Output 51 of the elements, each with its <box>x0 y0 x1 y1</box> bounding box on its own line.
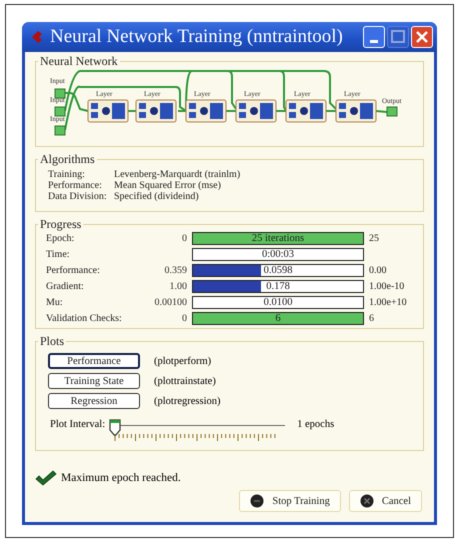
progress-label: Validation Checks: <box>46 313 123 324</box>
algorithm-value: Mean Squared Error (mse) <box>114 180 222 191</box>
status-message: Maximum epoch reached. <box>61 472 181 484</box>
max-value: 6 <box>369 313 374 324</box>
plot-button[interactable]: Regression <box>48 393 140 409</box>
progress-value: 0.0598 <box>262 265 294 276</box>
algorithm-value: Specified (divideind) <box>114 191 200 202</box>
panel-title: Plots <box>39 334 66 349</box>
slider-thumb[interactable] <box>109 419 122 437</box>
max-value: 0.00 <box>369 265 386 276</box>
checkmark-icon <box>35 470 57 486</box>
progress-label: Performance: <box>46 265 101 276</box>
stop-training-button[interactable]: Stop Training <box>239 490 341 512</box>
plot-function: (plotperform) <box>154 356 212 366</box>
min-value: 0 <box>182 233 187 244</box>
progress-label: Mu: <box>46 297 64 308</box>
algorithm-label: Training: <box>48 169 86 180</box>
algorithm-value: Levenberg-Marquardt (trainlm) <box>114 169 242 180</box>
max-value: 1.00e+10 <box>369 297 407 308</box>
minimize-icon <box>370 40 378 42</box>
algorithm-label: Performance: <box>48 180 103 191</box>
progress-label: Epoch: <box>46 233 76 244</box>
panel-title: Algorithms <box>39 152 96 167</box>
interval-label: Plot Interval: <box>50 419 106 430</box>
max-value: 1.00e-10 <box>369 281 404 292</box>
progress-value: 6 <box>274 313 282 324</box>
cancel-button[interactable]: Cancel <box>348 490 422 512</box>
min-value: 1.00 <box>170 281 187 292</box>
progress-value: 0.178 <box>265 281 291 292</box>
plot-button[interactable]: Performance <box>48 353 140 369</box>
cancel-icon <box>360 494 374 508</box>
progress-label: Gradient: <box>46 281 85 292</box>
interval-reading: 1 epochs <box>297 419 334 430</box>
min-value: 0 <box>182 313 187 324</box>
max-value: 25 <box>369 233 379 244</box>
algorithm-label: Data Division: <box>48 191 108 202</box>
panel-title: Neural Network <box>39 54 119 69</box>
min-value: 0.00100 <box>154 297 187 308</box>
panel-title: Progress <box>39 217 82 232</box>
maximize-button[interactable] <box>387 26 409 48</box>
progress-label: Time: <box>46 249 71 260</box>
progress-value: 25 iterations <box>250 233 306 244</box>
close-button[interactable] <box>411 26 433 48</box>
plot-function: (plottrainstate) <box>154 376 217 386</box>
min-value: 0.359 <box>164 265 187 276</box>
app-icon <box>30 30 44 44</box>
window-title: Neural Network Training (nntraintool) <box>50 26 344 48</box>
minimize-button[interactable] <box>363 26 385 48</box>
stop-icon <box>250 494 264 508</box>
plot-function: (plotregression) <box>154 396 222 406</box>
plot-button[interactable]: Training State <box>48 373 140 389</box>
